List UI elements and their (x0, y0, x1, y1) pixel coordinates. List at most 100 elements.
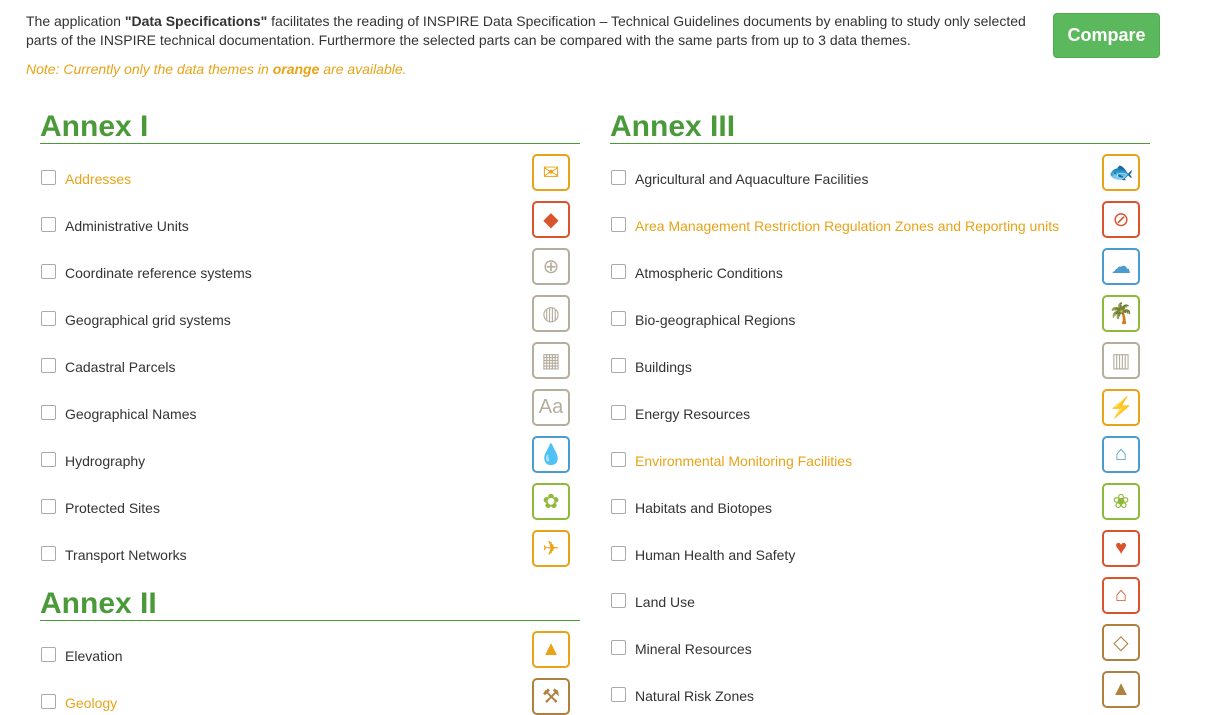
theme-label[interactable]: Habitats and Biotopes (635, 500, 772, 516)
theme-label[interactable]: Natural Risk Zones (635, 688, 754, 704)
annex-1-section: Annex I Addresses ✉ Administrative Units ◆ C… (40, 108, 580, 567)
theme-row[interactable]: Human Health and Safety ♥ (610, 520, 1150, 567)
transport-icon: ✈ (532, 530, 570, 567)
hammer-icon: ⚒ (532, 678, 570, 715)
theme-row[interactable]: Elevation ▲ (40, 621, 580, 668)
annex-3-theme-list: Agricultural and Aquaculture Facilities 🐟… (610, 144, 1150, 708)
theme-row[interactable]: Hydrography 💧 (40, 426, 580, 473)
theme-label[interactable]: Administrative Units (65, 218, 189, 234)
annex-2-title: Annex II (40, 585, 580, 621)
elevation-icon: ▲ (532, 631, 570, 668)
europe-map-icon: ◆ (532, 201, 570, 238)
theme-label[interactable]: Human Health and Safety (635, 547, 795, 563)
theme-checkbox[interactable] (41, 452, 56, 467)
theme-label[interactable]: Geology (65, 695, 117, 711)
theme-label[interactable]: Environmental Monitoring Facilities (635, 453, 852, 469)
theme-checkbox[interactable] (41, 405, 56, 420)
theme-checkbox[interactable] (41, 499, 56, 514)
theme-label[interactable]: Agricultural and Aquaculture Facilities (635, 171, 868, 187)
theme-row[interactable]: Environmental Monitoring Facilities ⌂ (610, 426, 1150, 473)
theme-row[interactable]: Administrative Units ◆ (40, 191, 580, 238)
theme-checkbox[interactable] (611, 311, 626, 326)
annex-2-theme-list: Elevation ▲ Geology ⚒ (40, 621, 580, 715)
habitat-icon: ❀ (1102, 483, 1140, 520)
diamond-icon: ◇ (1102, 624, 1140, 661)
theme-label[interactable]: Atmospheric Conditions (635, 265, 783, 281)
app-name: "Data Specifications" (124, 13, 268, 29)
theme-label[interactable]: Mineral Resources (635, 641, 752, 657)
theme-row[interactable]: Addresses ✉ (40, 144, 580, 191)
grid-globe-icon: ◍ (532, 295, 570, 332)
theme-label[interactable]: Coordinate reference systems (65, 265, 252, 281)
theme-row[interactable]: Atmospheric Conditions ☁ (610, 238, 1150, 285)
theme-label[interactable]: Protected Sites (65, 500, 160, 516)
theme-row[interactable]: Buildings ▥ (610, 332, 1150, 379)
mailbox-icon: ✉ (532, 154, 570, 191)
theme-row[interactable]: Agricultural and Aquaculture Facilities 🐟 (610, 144, 1150, 191)
theme-checkbox[interactable] (611, 405, 626, 420)
theme-label[interactable]: Bio-geographical Regions (635, 312, 795, 328)
theme-row[interactable]: Area Management Restriction Regulation Z… (610, 191, 1150, 238)
theme-label[interactable]: Transport Networks (65, 547, 187, 563)
theme-checkbox[interactable] (41, 358, 56, 373)
theme-checkbox[interactable] (611, 264, 626, 279)
palm-tree-icon: 🌴 (1102, 295, 1140, 332)
water-drop-icon: 💧 (532, 436, 570, 473)
theme-row[interactable]: Natural Risk Zones ▲ (610, 661, 1150, 708)
land-use-icon: ⌂ (1102, 577, 1140, 614)
compare-button[interactable]: Compare (1053, 13, 1160, 58)
theme-row[interactable]: Coordinate reference systems ⊕ (40, 238, 580, 285)
annex-3-title: Annex III (610, 108, 1150, 144)
theme-checkbox[interactable] (611, 170, 626, 185)
restriction-icon: ⊘ (1102, 201, 1140, 238)
theme-checkbox[interactable] (611, 217, 626, 232)
theme-checkbox[interactable] (611, 546, 626, 561)
theme-checkbox[interactable] (41, 694, 56, 709)
theme-checkbox[interactable] (41, 647, 56, 662)
theme-row[interactable]: Protected Sites ✿ (40, 473, 580, 520)
theme-row[interactable]: Cadastral Parcels ▦ (40, 332, 580, 379)
theme-checkbox[interactable] (41, 546, 56, 561)
annex-2-section: Annex II Elevation ▲ Geology ⚒ (40, 585, 580, 715)
building-icon: ▥ (1102, 342, 1140, 379)
theme-checkbox[interactable] (611, 452, 626, 467)
names-icon: Aa (532, 389, 570, 426)
theme-row[interactable]: Geology ⚒ (40, 668, 580, 715)
theme-row[interactable]: Mineral Resources ◇ (610, 614, 1150, 661)
coordinate-globe-icon: ⊕ (532, 248, 570, 285)
theme-checkbox[interactable] (41, 217, 56, 232)
theme-label[interactable]: Land Use (635, 594, 695, 610)
parcels-icon: ▦ (532, 342, 570, 379)
theme-label[interactable]: Hydrography (65, 453, 145, 469)
theme-label[interactable]: Addresses (65, 171, 131, 187)
annex-1-title: Annex I (40, 108, 580, 144)
annex-1-theme-list: Addresses ✉ Administrative Units ◆ Coordinat… (40, 144, 580, 567)
theme-row[interactable]: Bio-geographical Regions 🌴 (610, 285, 1150, 332)
theme-checkbox[interactable] (611, 499, 626, 514)
theme-label[interactable]: Elevation (65, 648, 123, 664)
fish-carrot-icon: 🐟 (1102, 154, 1140, 191)
theme-checkbox[interactable] (41, 311, 56, 326)
monitoring-icon: ⌂ (1102, 436, 1140, 473)
theme-row[interactable]: Geographical grid systems ◍ (40, 285, 580, 332)
theme-row[interactable]: Transport Networks ✈ (40, 520, 580, 567)
theme-label[interactable]: Cadastral Parcels (65, 359, 176, 375)
theme-label[interactable]: Geographical Names (65, 406, 197, 422)
theme-label[interactable]: Geographical grid systems (65, 312, 231, 328)
theme-checkbox[interactable] (611, 687, 626, 702)
theme-label[interactable]: Energy Resources (635, 406, 750, 422)
theme-label[interactable]: Area Management Restriction Regulation Z… (635, 218, 1059, 234)
theme-row[interactable]: Energy Resources ⚡ (610, 379, 1150, 426)
rockfall-icon: ▲ (1102, 671, 1140, 708)
theme-checkbox[interactable] (41, 170, 56, 185)
theme-row[interactable]: Land Use ⌂ (610, 567, 1150, 614)
theme-checkbox[interactable] (611, 640, 626, 655)
theme-row[interactable]: Geographical Names Aa (40, 379, 580, 426)
theme-checkbox[interactable] (611, 358, 626, 373)
theme-checkbox[interactable] (41, 264, 56, 279)
theme-row[interactable]: Habitats and Biotopes ❀ (610, 473, 1150, 520)
annex-3-section: Annex III Agricultural and Aquaculture F… (610, 108, 1150, 708)
theme-label[interactable]: Buildings (635, 359, 692, 375)
theme-checkbox[interactable] (611, 593, 626, 608)
wind-turbine-icon: ⚡ (1102, 389, 1140, 426)
